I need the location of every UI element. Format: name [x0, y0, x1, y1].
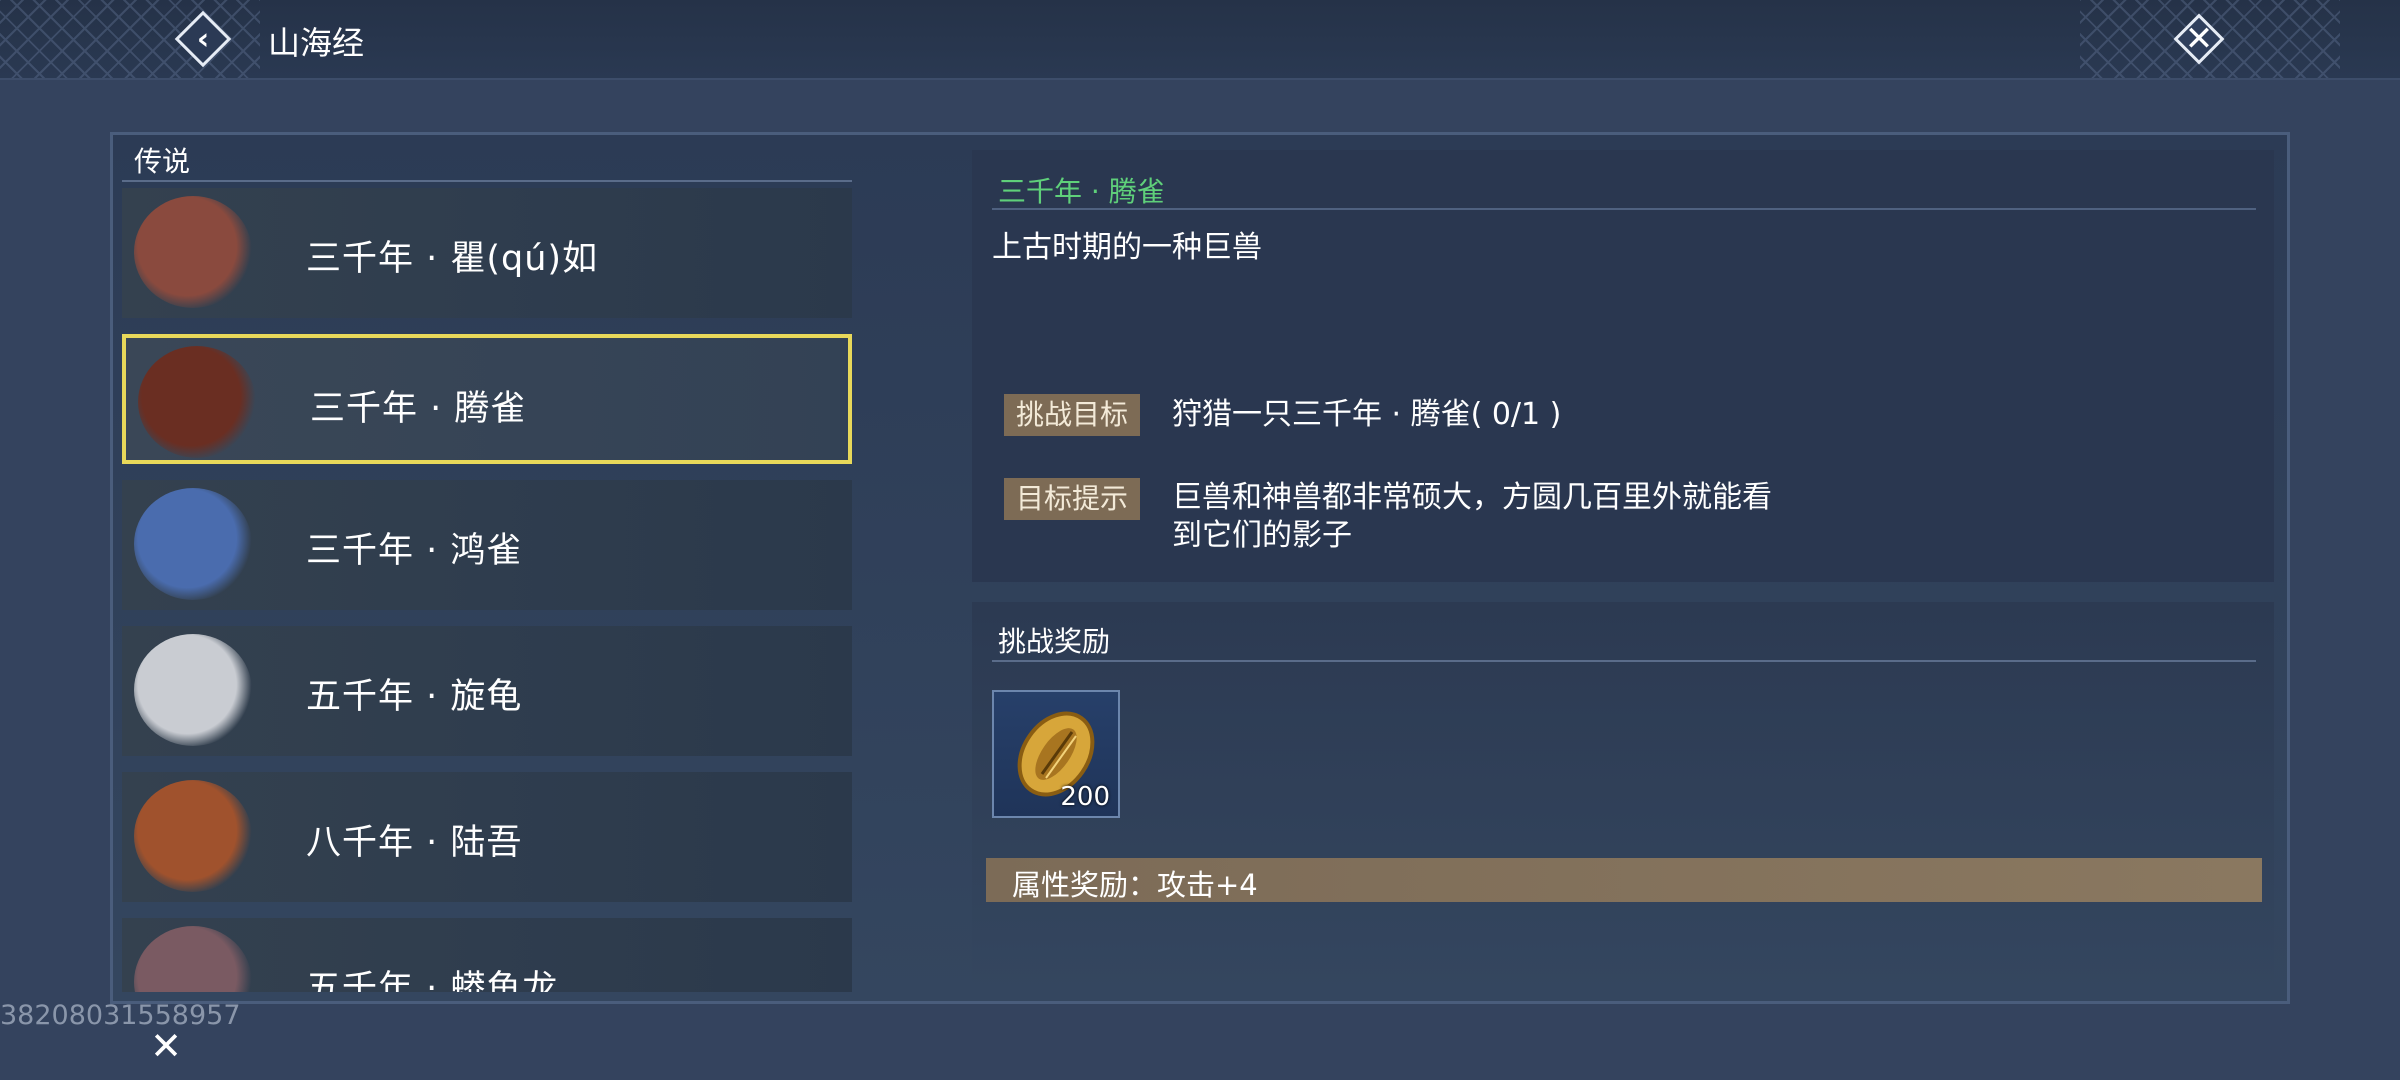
- section-label: 传说: [134, 145, 191, 178]
- list-item-label: 五千年 · 旋龟: [306, 677, 523, 717]
- detail-divider: [992, 208, 2256, 210]
- close-button[interactable]: ✕: [2170, 10, 2228, 68]
- list-item[interactable]: 五千年 · 蟒鱼龙: [122, 918, 852, 992]
- chevron-left-icon: ‹: [196, 21, 210, 57]
- beast-portrait-icon: [134, 488, 252, 600]
- section-divider: [122, 180, 852, 182]
- beast-portrait-icon: [138, 346, 256, 458]
- reward-divider: [992, 660, 2256, 662]
- detail-title: 三千年 · 腾雀: [998, 175, 1165, 208]
- close-icon[interactable]: ✕: [142, 1022, 190, 1070]
- reward-item-slot[interactable]: 200: [992, 690, 1120, 818]
- hint-text-line1: 巨兽和神兽都非常硕大，方圆几百里外就能看: [1172, 480, 1772, 515]
- hint-tag: 目标提示: [1004, 478, 1141, 520]
- hint-text-line2: 到它们的影子: [1172, 518, 1352, 553]
- list-item-label: 八千年 · 陆吾: [306, 823, 523, 863]
- reward-title: 挑战奖励: [998, 625, 1111, 658]
- list-item[interactable]: 三千年 · 瞿(qú)如: [122, 188, 852, 318]
- beast-portrait-icon: [134, 196, 252, 308]
- list-item[interactable]: 三千年 · 腾雀: [122, 334, 852, 464]
- attribute-reward-text: 属性奖励：攻击+4: [1012, 868, 1258, 902]
- user-id: 38208031558957: [0, 1000, 241, 1031]
- goal-text: 狩猎一只三千年 · 腾雀( 0/1 ): [1172, 397, 1562, 432]
- page-title: 山海经: [268, 24, 365, 62]
- list-item-label: 三千年 · 腾雀: [310, 389, 527, 429]
- detail-description: 上古时期的一种巨兽: [992, 230, 1262, 265]
- beast-list[interactable]: 三千年 · 瞿(qú)如 三千年 · 腾雀 三千年 · 鸿雀 五千年 · 旋龟 …: [122, 188, 852, 992]
- back-button[interactable]: ‹: [172, 8, 234, 70]
- reward-quantity: 200: [1060, 782, 1110, 812]
- beast-portrait-icon: [134, 926, 252, 992]
- beast-portrait-icon: [134, 634, 252, 746]
- beast-portrait-icon: [134, 780, 252, 892]
- list-item[interactable]: 五千年 · 旋龟: [122, 626, 852, 756]
- list-item[interactable]: 三千年 · 鸿雀: [122, 480, 852, 610]
- list-item-label: 五千年 · 蟒鱼龙: [306, 969, 559, 992]
- list-item-label: 三千年 · 瞿(qú)如: [306, 239, 599, 279]
- goal-tag: 挑战目标: [1004, 394, 1141, 436]
- close-icon: ✕: [2184, 19, 2214, 59]
- list-item[interactable]: 八千年 · 陆吾: [122, 772, 852, 902]
- list-item-label: 三千年 · 鸿雀: [306, 531, 523, 571]
